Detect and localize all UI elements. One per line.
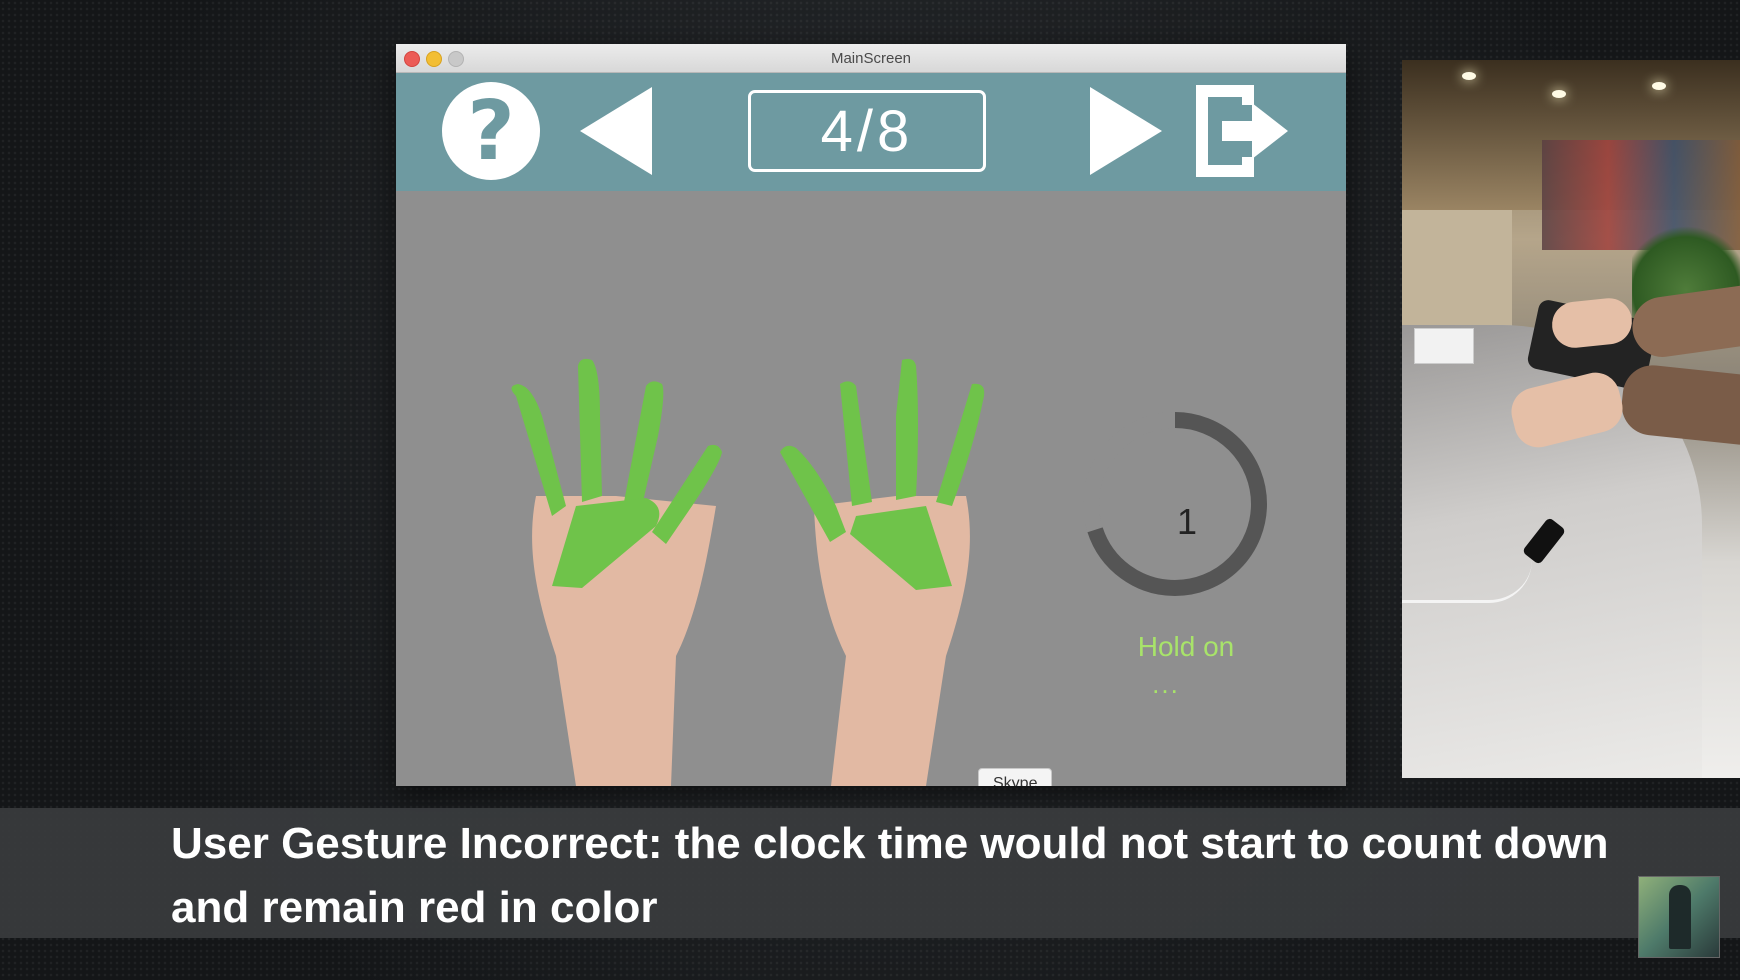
countdown-value: 1 [1176, 501, 1198, 542]
status-dots: ... [1152, 669, 1180, 699]
page-counter: 4/8 [748, 90, 986, 172]
right-triangle-icon [1090, 87, 1162, 175]
two-hands-gesture-icon [511, 358, 985, 786]
question-mark-icon: ? [467, 84, 515, 179]
window-titlebar[interactable]: MainScreen [396, 44, 1346, 73]
left-triangle-icon [580, 87, 652, 175]
right-hand-image [780, 358, 985, 786]
app-window: MainScreen ? 4/8 1 Hold on ... Skype [396, 44, 1346, 786]
skype-tooltip: Skype [978, 768, 1053, 786]
exit-button[interactable] [1190, 81, 1294, 181]
presenter-figure [1669, 885, 1691, 949]
left-hand-image [511, 358, 722, 786]
gesture-area: 1 Hold on ... Skype [396, 191, 1346, 786]
camera-video-feed [1402, 60, 1740, 778]
camera-ceiling-light [1462, 72, 1476, 80]
camera-ceiling-light [1652, 82, 1666, 90]
hold-on-status: Hold on [1137, 631, 1235, 662]
help-button[interactable]: ? [442, 82, 540, 180]
caption-bar: User Gesture Incorrect: the clock time w… [0, 808, 1740, 938]
camera-ceiling-light [1552, 90, 1566, 98]
toolbar: ? 4/8 [396, 73, 1346, 191]
next-button[interactable] [1086, 83, 1166, 179]
window-title: MainScreen [830, 50, 912, 67]
presenter-thumbnail [1638, 876, 1720, 958]
camera-box [1414, 328, 1474, 364]
caption-text: User Gesture Incorrect: the clock time w… [171, 819, 1609, 932]
previous-button[interactable] [576, 83, 656, 179]
exit-arrow-icon [1196, 85, 1288, 177]
